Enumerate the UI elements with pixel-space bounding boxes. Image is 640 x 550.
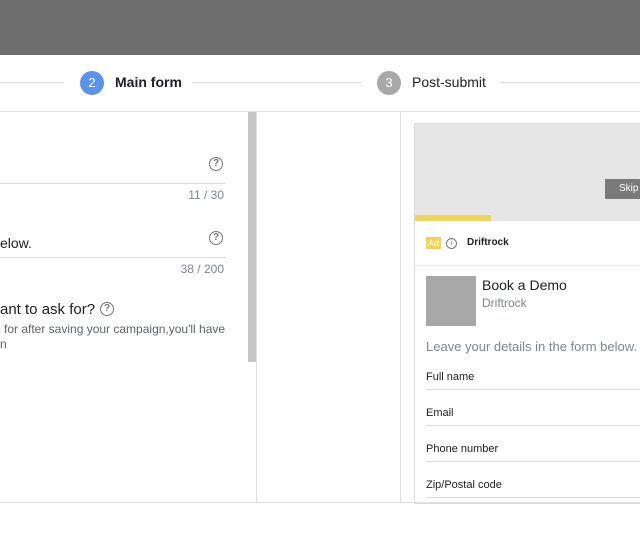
zip-field[interactable]: Zip/Postal code — [426, 475, 640, 498]
card-description: Leave your details in the form below. — [426, 339, 638, 354]
info-icon[interactable]: i — [446, 238, 457, 249]
phone-field[interactable]: Phone number — [426, 439, 640, 462]
step-connector — [192, 82, 362, 83]
full-name-field[interactable]: Full name — [426, 367, 640, 390]
video-placeholder — [415, 124, 640, 221]
step-2-label[interactable]: Main form — [115, 74, 182, 90]
question-description-cont: n — [0, 337, 7, 351]
ad-info-row: Ad i Driftrock — [415, 221, 640, 266]
field-2-underline[interactable] — [0, 257, 226, 258]
step-3-label[interactable]: Post-submit — [412, 74, 486, 90]
question-description: for after saving your campaign,you'll ha… — [4, 322, 226, 336]
field-2-counter: 38 / 200 — [180, 262, 224, 276]
step-connector — [500, 82, 640, 83]
form-scrollbar[interactable] — [248, 112, 256, 362]
divider — [400, 112, 401, 502]
footer-divider — [0, 502, 640, 503]
help-icon[interactable]: ? — [100, 302, 114, 316]
top-app-bar — [0, 0, 640, 55]
card-title: Book a Demo — [482, 277, 567, 293]
field-label: Full name — [426, 371, 475, 383]
field-1-counter: 11 / 30 — [188, 188, 224, 202]
step-3-circle[interactable]: 3 — [377, 71, 401, 95]
advertiser-thumbnail — [426, 276, 476, 326]
advertiser-name: Driftrock — [467, 237, 509, 248]
question-heading: ant to ask for? — [0, 301, 96, 318]
step-2-circle[interactable]: 2 — [80, 71, 104, 95]
skip-ad-button[interactable]: Skip A — [605, 179, 640, 199]
divider — [256, 112, 257, 502]
card-subtitle: Driftrock — [482, 296, 527, 310]
ad-preview: Skip A Ad i Driftrock Book a Demo Driftr… — [414, 123, 640, 504]
step-connector — [0, 82, 64, 83]
form-pane: ? 11 / 30 elow. ? 38 / 200 ant to ask fo… — [0, 112, 248, 502]
field-label: Email — [426, 407, 454, 419]
field-1-underline[interactable] — [0, 183, 226, 184]
help-icon[interactable]: ? — [209, 157, 223, 171]
help-icon[interactable]: ? — [209, 231, 223, 245]
field-label: Phone number — [426, 443, 499, 455]
field-2-text[interactable]: elow. — [0, 235, 32, 251]
stepper: 2 Main form 3 Post-submit — [0, 55, 640, 112]
ad-badge: Ad — [426, 237, 441, 249]
field-label: Zip/Postal code — [426, 479, 502, 491]
email-field[interactable]: Email — [426, 403, 640, 426]
